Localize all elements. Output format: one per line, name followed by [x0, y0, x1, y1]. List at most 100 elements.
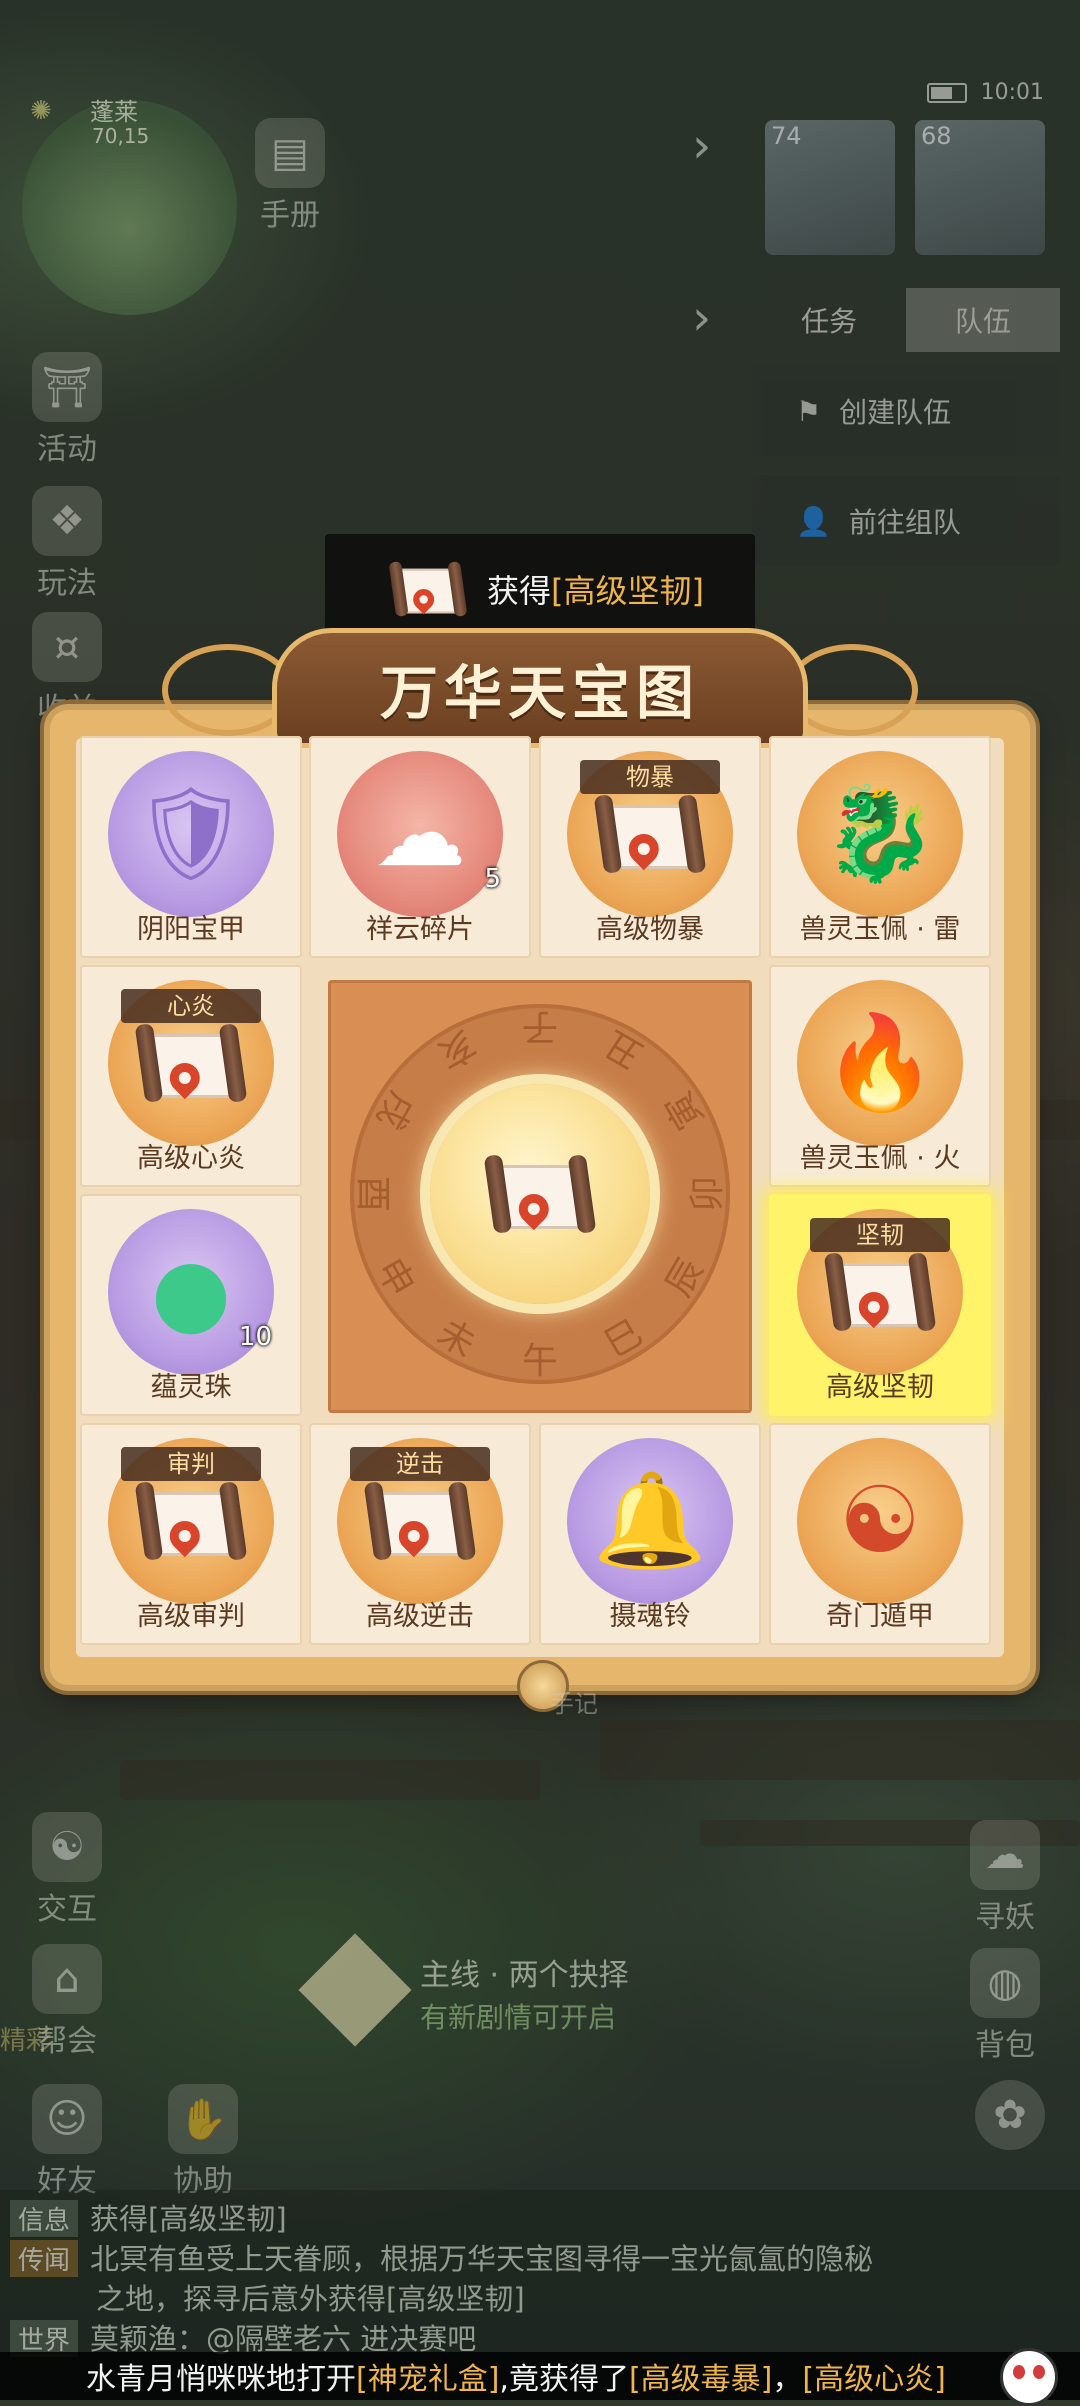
party-member-portrait-1[interactable]: 74	[765, 120, 895, 255]
toast-item: [高级坚韧]	[551, 572, 704, 610]
green-orb-icon: ●	[150, 1238, 232, 1345]
tab-team[interactable]: 队伍	[906, 288, 1060, 352]
chat-box[interactable]: 信息 获得[高级坚韧] 传闻 北冥有鱼受上天眷顾，根据万华天宝图寻得一宝光氤氲的隐秘…	[0, 2190, 1080, 2360]
marquee-text-2: ,竟获得了	[499, 2362, 629, 2397]
assist-button[interactable]: ✋ 协助	[158, 2084, 248, 2200]
friends-button[interactable]: ☺ 好友	[22, 2084, 112, 2200]
bag-icon: ◍	[970, 1948, 1040, 2018]
scroll-icon	[593, 794, 707, 874]
reward-cell[interactable]: ☯ 奇门遁甲	[769, 1423, 991, 1645]
zodiac-wheel: 子丑寅卯辰巳午未申 酉 戌亥	[350, 1004, 730, 1384]
item-name: 高级审判	[137, 1601, 245, 1632]
zodiac-character: 寅	[658, 1084, 712, 1137]
item-badge: 坚韧	[810, 1218, 950, 1252]
zodiac-character: 酉	[352, 1175, 393, 1212]
settings-flower-button[interactable]: ✿	[965, 2080, 1055, 2152]
scroll-icon	[363, 1481, 477, 1561]
add-person-icon: 👤	[796, 504, 831, 538]
battery-icon	[926, 82, 967, 103]
item-count: 5	[484, 864, 501, 894]
earnings-icon: ¤	[32, 612, 102, 682]
chat-channel-tag: 传闻	[10, 2240, 79, 2277]
collapse-task-panel-arrow-icon[interactable]: ›	[692, 290, 711, 346]
bag-label: 背包	[975, 2028, 1035, 2063]
center-scroll-icon	[483, 1154, 597, 1234]
interact-label: 交互	[37, 1892, 97, 1927]
item-name: 奇门遁甲	[826, 1601, 934, 1632]
zodiac-character: 未	[430, 1312, 483, 1366]
scroll-icon	[134, 1023, 248, 1103]
chat-text: 获得[高级坚韧]	[90, 2202, 287, 2236]
reward-cell[interactable]: 🔥 兽灵玉佩 · 火	[769, 965, 991, 1187]
chat-text: 之地，探寻后意外获得[高级坚韧]	[96, 2282, 525, 2316]
reward-cell[interactable]: ● 10 蕴灵珠	[80, 1194, 302, 1416]
gameplay-button[interactable]: ❖ 玩法	[22, 486, 112, 602]
reward-cell[interactable]: 坚韧 高级坚韧	[769, 1194, 991, 1416]
soul-bell-icon: 🔔	[592, 1467, 708, 1574]
reward-cell[interactable]: ☁ 5 祥云碎片	[309, 736, 531, 958]
gameplay-icon: ❖	[32, 486, 102, 556]
activity-icon: ⛩	[32, 352, 102, 422]
handbook-label: 手册	[260, 198, 320, 233]
handbook-button[interactable]: ▤ 手册	[245, 118, 335, 234]
party-member-portrait-2[interactable]: 68	[915, 120, 1045, 255]
item-badge: 审判	[121, 1447, 261, 1481]
item-badge: 物暴	[580, 760, 720, 794]
status-bar: 10:01	[926, 80, 1044, 105]
item-name: 兽灵玉佩 · 雷	[799, 914, 961, 945]
interact-icon: ☯	[32, 1812, 102, 1882]
panel-title-banner: 万华天宝图	[162, 628, 918, 748]
weather-sun-icon: ✺	[30, 96, 52, 126]
activity-label: 活动	[37, 432, 97, 467]
reward-cell[interactable]: 心炎 高级心炎	[80, 965, 302, 1187]
scroll-icon	[388, 561, 468, 617]
scroll-icon	[823, 1252, 937, 1332]
panel-title: 万华天宝图	[379, 659, 700, 727]
zodiac-character: 申	[368, 1251, 422, 1304]
zodiac-character: 丑	[597, 1022, 650, 1076]
item-name: 蕴灵珠	[150, 1372, 232, 1403]
zodiac-character: 辰	[658, 1251, 712, 1304]
purple-dragon-pendant-icon: 🐉	[822, 780, 938, 887]
scroll-icon	[134, 1481, 248, 1561]
reward-cell[interactable]: 逆击 高级逆击	[309, 1423, 531, 1645]
friends-icon: ☺	[32, 2084, 102, 2154]
reward-cell[interactable]: 审判 高级审判	[80, 1423, 302, 1645]
zodiac-wheel-box: 子丑寅卯辰巳午未申 酉 戌亥	[328, 980, 752, 1413]
create-team-button[interactable]: ⚑ 创建队伍	[752, 366, 1060, 456]
reward-cell[interactable]: 物暴 高级物暴	[539, 736, 761, 958]
wheel-center[interactable]	[430, 1084, 650, 1304]
panda-emoji-icon	[1000, 2348, 1058, 2406]
item-name: 祥云碎片	[366, 914, 474, 945]
notes-label: 手记	[550, 1690, 598, 1718]
taiji-book-icon: ☯	[838, 1467, 922, 1574]
item-name: 高级心炎	[137, 1143, 245, 1174]
reward-cell[interactable]: 🐉 兽灵玉佩 · 雷	[769, 736, 991, 958]
reward-cell[interactable]: 🛡 阴阳宝甲	[80, 736, 302, 958]
zodiac-character: 子	[522, 1006, 559, 1047]
reward-cell[interactable]: 🔔 摄魂铃	[539, 1423, 761, 1645]
find-team-button[interactable]: 👤 前往组队	[752, 476, 1060, 566]
expand-party-arrow-icon[interactable]: ›	[692, 118, 711, 174]
zodiac-character: 戌	[368, 1084, 422, 1137]
party-member-level: 74	[771, 122, 802, 150]
gameplay-label: 玩法	[37, 566, 97, 601]
handshake-icon: ✋	[168, 2084, 238, 2154]
chat-channel-tag: 信息	[10, 2200, 79, 2237]
marquee-item-2: [高级毒暴]	[628, 2362, 773, 2397]
guild-icon: ⌂	[32, 1944, 102, 2014]
chat-line: 之地，探寻后意外获得[高级坚韧]	[10, 2276, 525, 2318]
item-name: 兽灵玉佩 · 火	[799, 1143, 961, 1174]
item-badge: 心炎	[121, 989, 261, 1023]
activity-button[interactable]: ⛩ 活动	[22, 352, 112, 468]
tab-tasks[interactable]: 任务	[752, 288, 906, 352]
bag-button[interactable]: ◍ 背包	[960, 1948, 1050, 2064]
zodiac-character: 亥	[430, 1022, 483, 1076]
interact-button[interactable]: ☯ 交互	[22, 1812, 112, 1928]
map-coordinates: 70,15	[92, 124, 150, 148]
highlight-label: 精彩	[0, 2026, 53, 2056]
quest-title[interactable]: 主线 · 两个抉择	[420, 1950, 629, 1994]
item-name: 阴阳宝甲	[137, 914, 245, 945]
chat-line: 传闻 北冥有鱼受上天眷顾，根据万华天宝图寻得一宝光氤氲的隐秘	[10, 2236, 873, 2278]
seek-demon-button[interactable]: ☁ 寻妖	[960, 1820, 1050, 1936]
